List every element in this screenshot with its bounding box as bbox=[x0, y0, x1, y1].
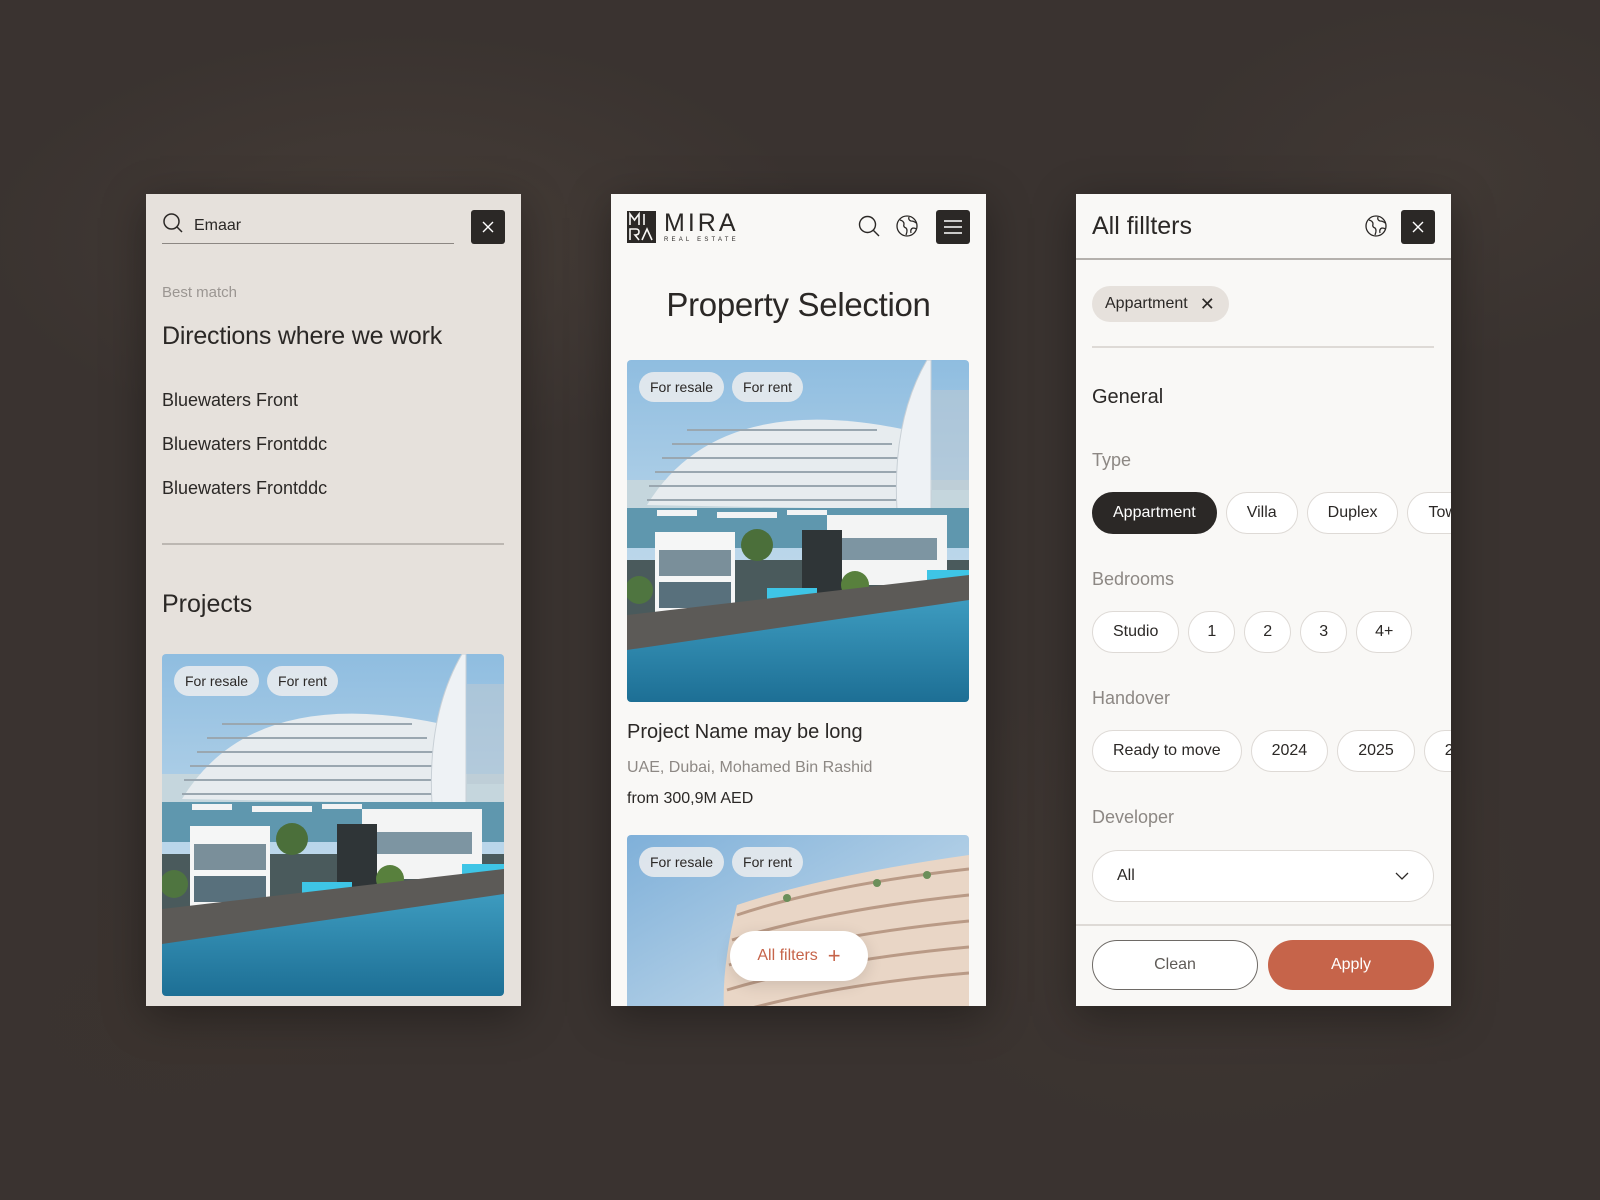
directions-heading: Directions where we work bbox=[162, 322, 443, 350]
tag-for-resale: For resale bbox=[174, 666, 260, 696]
globe-icon bbox=[896, 215, 918, 237]
filters-title: All fillters bbox=[1092, 212, 1193, 240]
search-input[interactable] bbox=[194, 216, 434, 235]
type-option-appartment[interactable]: Appartment bbox=[1092, 492, 1217, 534]
type-label: Type bbox=[1092, 450, 1132, 470]
divider bbox=[1092, 346, 1434, 348]
handover-label: Handover bbox=[1092, 688, 1171, 708]
handover-option-ready[interactable]: Ready to move bbox=[1092, 730, 1242, 772]
search-icon bbox=[162, 212, 184, 239]
divider bbox=[162, 543, 504, 545]
property-price: from 300,9M AED bbox=[627, 790, 754, 807]
search-results-list: Bluewaters Front Bluewaters Frontddc Blu… bbox=[162, 390, 327, 522]
tag-for-rent: For rent bbox=[732, 847, 804, 877]
close-search-button[interactable] bbox=[471, 210, 505, 244]
property-list-panel: MIRA REAL ESTATE Property Selection For … bbox=[611, 194, 986, 1006]
search-result-item[interactable]: Bluewaters Frontddc bbox=[162, 434, 327, 478]
filters-panel: All fillters Appartment ✕ General Type A… bbox=[1076, 194, 1451, 1006]
all-filters-label: All filters bbox=[757, 947, 818, 964]
tag-for-resale: For resale bbox=[639, 372, 725, 402]
logo-subtitle: REAL ESTATE bbox=[664, 237, 739, 243]
search-result-item[interactable]: Bluewaters Frontddc bbox=[162, 478, 327, 522]
mira-logo[interactable]: MIRA REAL ESTATE bbox=[627, 211, 739, 243]
close-icon bbox=[1412, 221, 1424, 233]
bedrooms-label: Bedrooms bbox=[1092, 569, 1175, 589]
tag-for-resale: For resale bbox=[639, 847, 725, 877]
close-icon bbox=[482, 221, 494, 233]
page-title: Property Selection bbox=[666, 286, 931, 323]
tag-for-rent: For rent bbox=[267, 666, 339, 696]
handover-option-2025[interactable]: 2025 bbox=[1337, 730, 1415, 772]
best-match-label: Best match bbox=[162, 284, 238, 301]
type-option-villa[interactable]: Villa bbox=[1225, 492, 1298, 534]
remove-chip-icon[interactable]: ✕ bbox=[1200, 294, 1215, 315]
search-result-item[interactable]: Bluewaters Front bbox=[162, 390, 327, 434]
property-location: UAE, Dubai, Mohamed Bin Rashid bbox=[627, 759, 873, 776]
project-image: For resale For rent bbox=[162, 654, 504, 996]
globe-icon bbox=[1365, 215, 1387, 237]
type-option-duplex[interactable]: Duplex bbox=[1306, 492, 1399, 534]
project-card[interactable]: For resale For rent bbox=[162, 654, 504, 996]
close-filters-button[interactable] bbox=[1401, 210, 1435, 244]
bedroom-option-3[interactable]: 3 bbox=[1300, 611, 1348, 653]
plus-icon: + bbox=[827, 943, 841, 968]
bedroom-option-studio[interactable]: Studio bbox=[1092, 611, 1180, 653]
property-tags: For resale For rent bbox=[639, 847, 804, 877]
footer-divider bbox=[1076, 924, 1451, 926]
bedroom-options: Studio 1 2 3 4+ bbox=[1092, 611, 1413, 653]
search-panel: Best match Directions where we work Blue… bbox=[146, 194, 521, 1006]
projects-heading: Projects bbox=[162, 590, 253, 618]
bedroom-option-1[interactable]: 1 bbox=[1188, 611, 1236, 653]
developer-label: Developer bbox=[1092, 807, 1175, 827]
search-icon bbox=[858, 215, 880, 237]
clean-button[interactable]: Clean bbox=[1092, 940, 1258, 990]
apply-button[interactable]: Apply bbox=[1268, 940, 1434, 990]
language-button[interactable] bbox=[895, 214, 919, 238]
project-tags: For resale For rent bbox=[174, 666, 339, 696]
property-image: For resale For rent bbox=[627, 360, 969, 702]
hamburger-icon bbox=[944, 220, 962, 234]
section-general-title: General bbox=[1092, 386, 1164, 408]
menu-button[interactable] bbox=[936, 210, 970, 244]
chevron-down-icon bbox=[1395, 872, 1409, 880]
handover-options: Ready to move 2024 2025 2026 bbox=[1092, 730, 1451, 772]
language-button[interactable] bbox=[1364, 214, 1388, 238]
chip-label: Appartment bbox=[1105, 295, 1188, 312]
logo-name: MIRA bbox=[664, 209, 739, 237]
property-tags: For resale For rent bbox=[639, 372, 804, 402]
search-bar bbox=[162, 208, 454, 244]
property-card-image[interactable]: For resale For rent bbox=[627, 360, 969, 702]
property-name[interactable]: Project Name may be long bbox=[627, 721, 863, 744]
logo-mark-icon bbox=[627, 211, 656, 243]
type-options: Appartment Villa Duplex Townhouse bbox=[1092, 492, 1451, 534]
search-button[interactable] bbox=[857, 214, 881, 238]
developer-select[interactable]: All bbox=[1092, 850, 1434, 902]
bedroom-option-2[interactable]: 2 bbox=[1244, 611, 1292, 653]
all-filters-button[interactable]: All filters + bbox=[730, 931, 868, 981]
type-option-townhouse[interactable]: Townhouse bbox=[1407, 492, 1451, 534]
handover-option-2026[interactable]: 2026 bbox=[1423, 730, 1451, 772]
selected-filter-chip: Appartment ✕ bbox=[1092, 286, 1229, 322]
handover-option-2024[interactable]: 2024 bbox=[1250, 730, 1329, 772]
header-divider bbox=[1076, 258, 1451, 260]
bedroom-option-4-plus[interactable]: 4+ bbox=[1356, 611, 1413, 653]
developer-value: All bbox=[1117, 867, 1135, 884]
tag-for-rent: For rent bbox=[732, 372, 804, 402]
